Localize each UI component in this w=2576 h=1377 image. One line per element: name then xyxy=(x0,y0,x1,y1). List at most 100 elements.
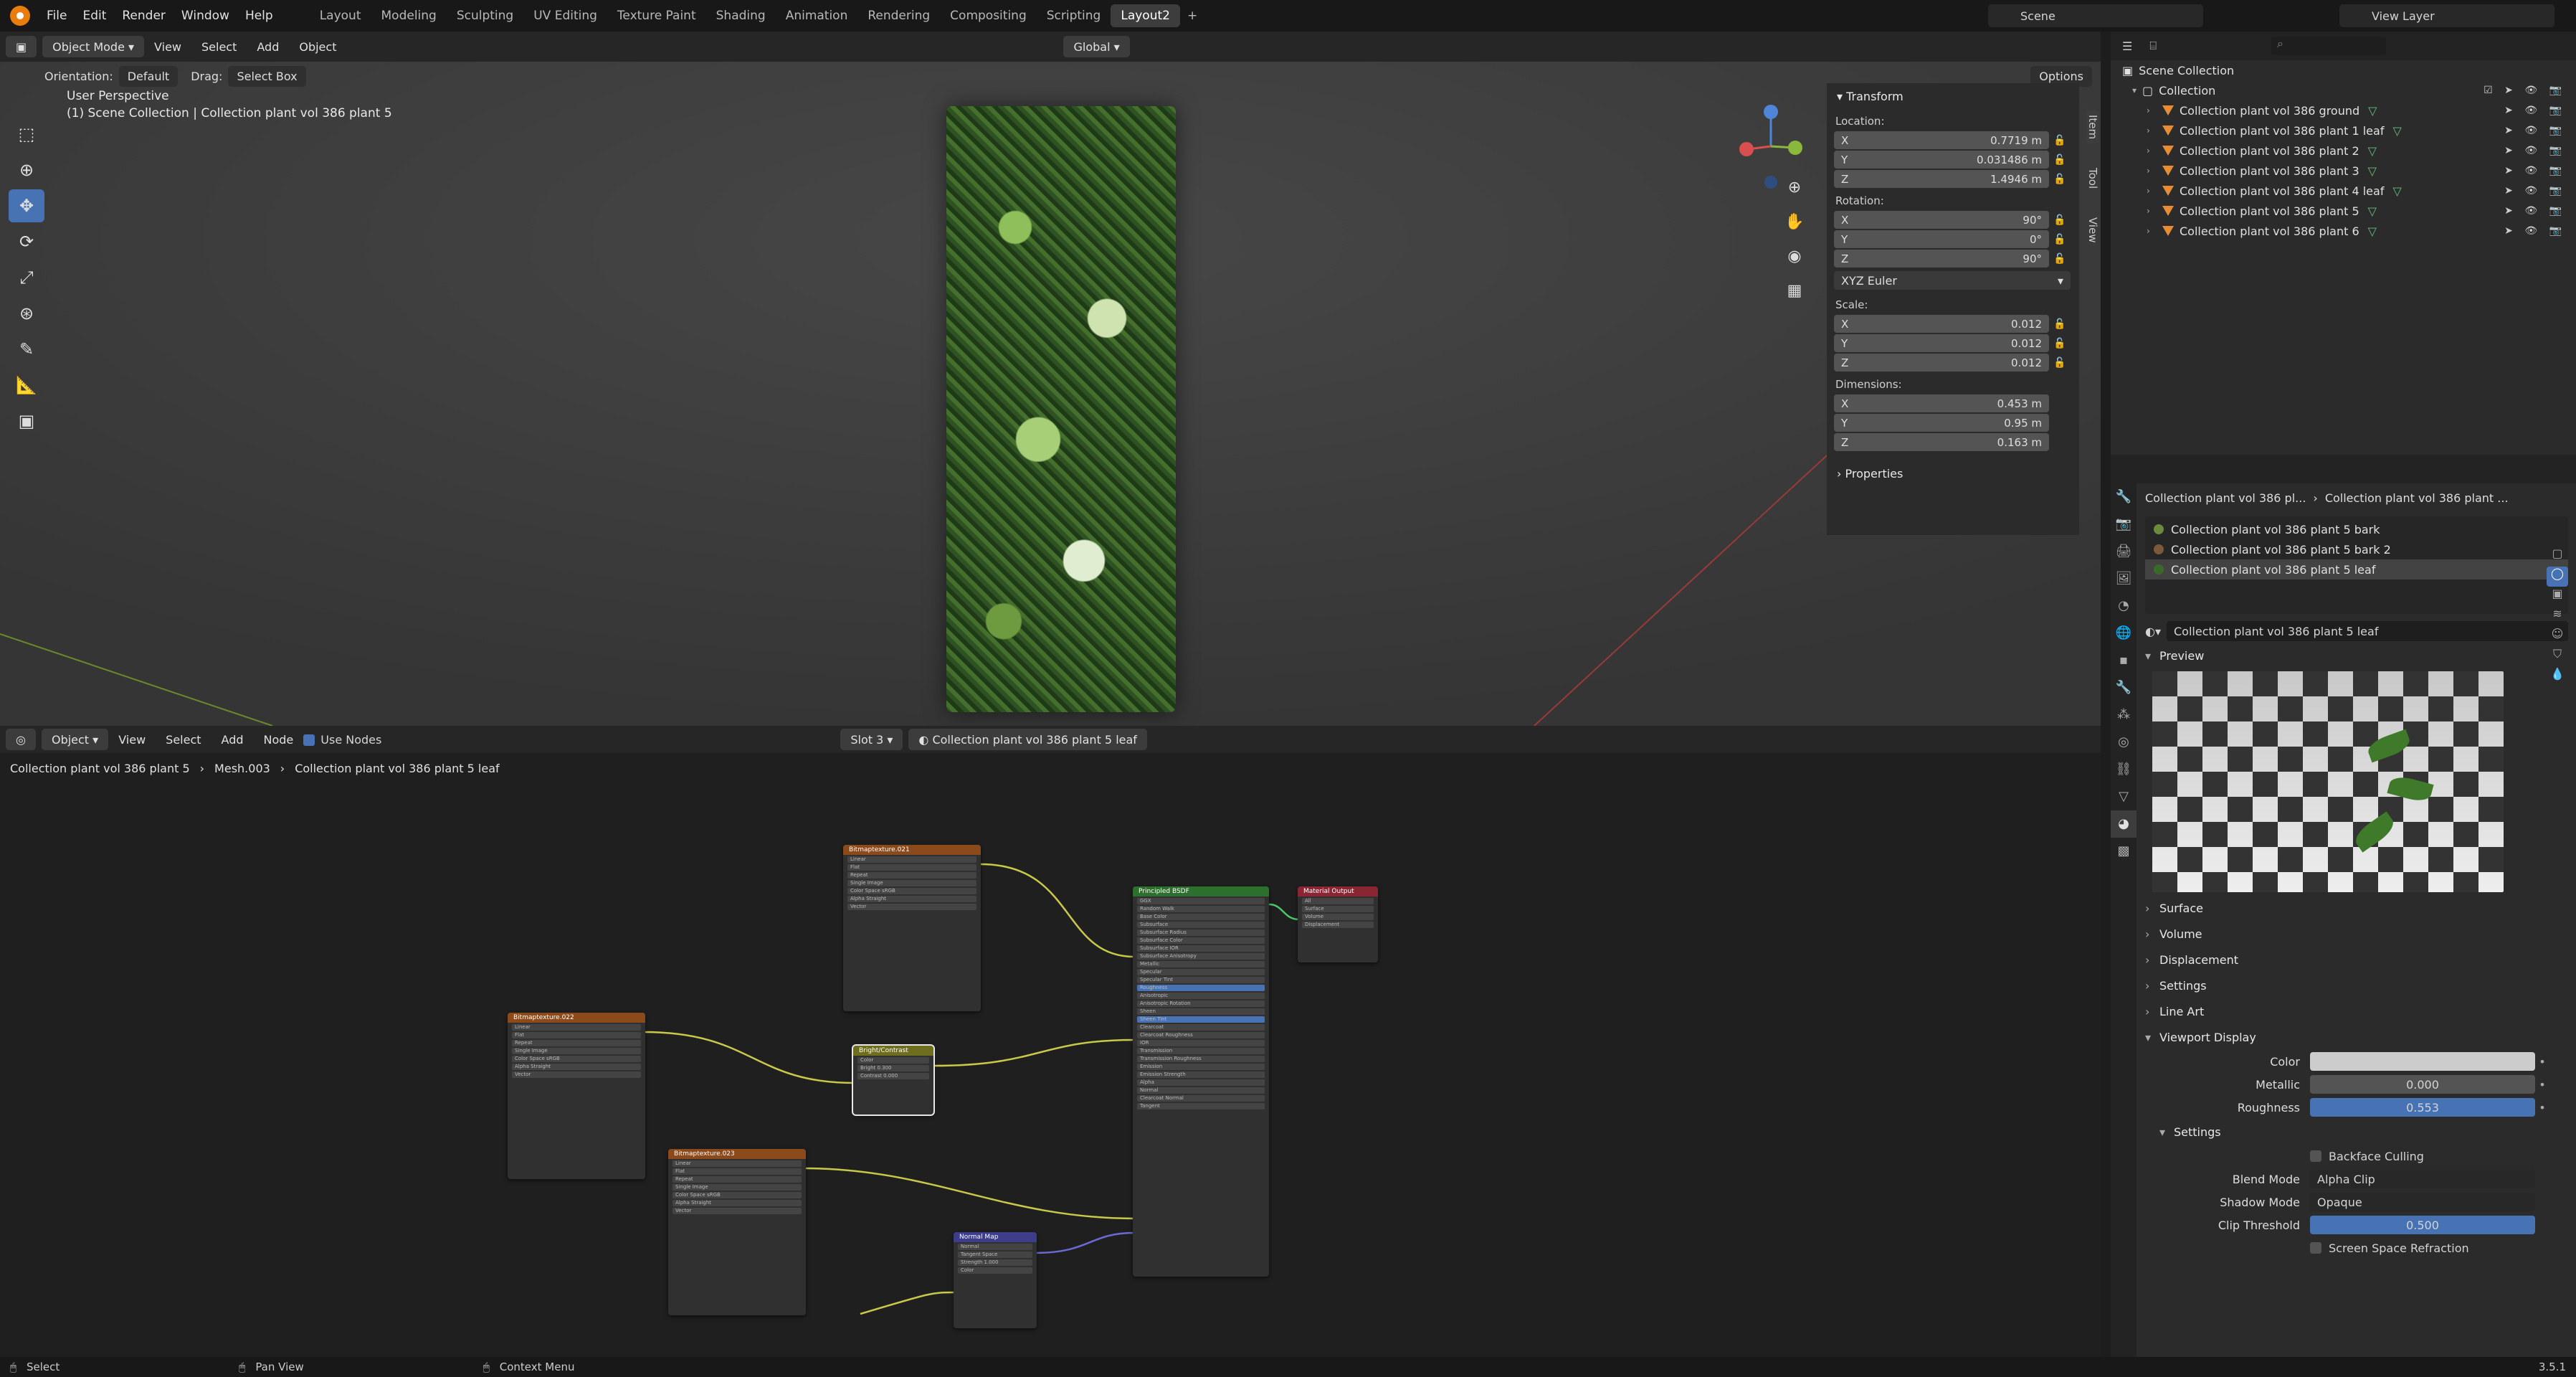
node-row[interactable]: Linear xyxy=(512,1024,641,1031)
viewport-menu-add[interactable]: Add xyxy=(247,40,289,54)
transform-orientation-selector[interactable]: Global ▾ xyxy=(1063,36,1130,57)
lock-icon[interactable]: 🔓 xyxy=(2049,357,2071,369)
dimension-y-field[interactable]: Y 0.95 m xyxy=(1834,414,2049,432)
object-tab-icon[interactable]: ▪ xyxy=(2111,647,2137,674)
menu-render[interactable]: Render xyxy=(114,9,174,23)
menu-help[interactable]: Help xyxy=(237,9,281,23)
surface-section-header[interactable]: › Surface xyxy=(2145,895,2568,921)
editor-type-button[interactable]: ▣ xyxy=(6,36,37,57)
rotation-y-field[interactable]: Y 0° xyxy=(1834,230,2049,248)
shadow-mode-dropdown[interactable]: Opaque xyxy=(2310,1193,2535,1211)
flat-preview-icon[interactable]: ▢ xyxy=(2547,546,2568,567)
plant-wall-object[interactable] xyxy=(946,106,1176,712)
properties-section-header[interactable]: › Properties xyxy=(1827,460,2079,486)
node-row[interactable]: Vector xyxy=(512,1071,641,1078)
expand-icon[interactable]: › xyxy=(2147,226,2157,236)
material-slot[interactable]: Collection plant vol 386 plant 5 bark xyxy=(2145,519,2568,539)
tab-modeling[interactable]: Modeling xyxy=(371,4,447,27)
sphere-preview-icon[interactable]: ◯ xyxy=(2547,567,2568,587)
node-row[interactable]: Metallic xyxy=(1137,961,1265,967)
transform-section-header[interactable]: ▾ Transform xyxy=(1827,83,2079,109)
material-selector[interactable]: ◐ Collection plant vol 386 plant 5 leaf xyxy=(908,729,1147,750)
visibility-icons[interactable]: ➤ 👁 📷 xyxy=(2504,105,2566,116)
tab-item[interactable]: Item xyxy=(2086,110,2099,144)
node-row[interactable]: Single Image xyxy=(512,1048,641,1054)
node-row[interactable]: Subsurface Anisotropy xyxy=(1137,953,1265,960)
tab-texture-paint[interactable]: Texture Paint xyxy=(607,4,706,27)
output-tab-icon[interactable]: 🖨 xyxy=(2111,538,2137,565)
neg-z-axis-icon[interactable] xyxy=(1764,176,1777,189)
tool-tab-icon[interactable]: 🔧 xyxy=(2111,483,2137,511)
node-row[interactable]: Random Walk xyxy=(1137,906,1265,912)
node-row[interactable]: Surface xyxy=(1302,906,1374,912)
menu-window[interactable]: Window xyxy=(174,9,237,23)
roughness-slider[interactable]: 0.553 xyxy=(2310,1098,2535,1117)
dimension-x-field[interactable]: X 0.453 m xyxy=(1834,394,2049,412)
lock-icon[interactable]: 🔓 xyxy=(2049,135,2071,146)
node-row[interactable]: Clearcoat Roughness xyxy=(1137,1032,1265,1038)
node-row[interactable]: Color Space sRGB xyxy=(847,888,976,894)
cube-preview-icon[interactable]: ▣ xyxy=(2547,587,2568,607)
node-row[interactable]: Emission Strength xyxy=(1137,1071,1265,1078)
node-row[interactable]: Alpha Straight xyxy=(847,896,976,902)
expand-icon[interactable]: › xyxy=(2147,105,2157,115)
node-row[interactable]: IOR xyxy=(1137,1040,1265,1046)
preview-section-header[interactable]: ▾ Preview xyxy=(2145,643,2568,668)
node-row[interactable]: Color xyxy=(857,1057,929,1064)
node-row[interactable]: Strength 1.000 xyxy=(958,1259,1032,1266)
node-row[interactable]: Alpha Straight xyxy=(512,1064,641,1070)
lock-icon[interactable]: 🔓 xyxy=(2049,214,2071,226)
scale-x-field[interactable]: X 0.012 xyxy=(1834,315,2049,333)
displacement-section-header[interactable]: › Displacement xyxy=(2145,947,2568,973)
node-row[interactable]: Vector xyxy=(672,1208,802,1214)
node-row[interactable]: Single Image xyxy=(847,880,976,886)
node-row[interactable]: Flat xyxy=(847,864,976,871)
principled-bsdf-node[interactable]: Principled BSDF GGX Random Walk Base Color… xyxy=(1133,886,1269,1277)
scale-y-field[interactable]: Y 0.012 xyxy=(1834,334,2049,352)
expand-icon[interactable]: › xyxy=(2147,126,2157,136)
location-x-field[interactable]: X 0.7719 m xyxy=(1834,131,2049,149)
clip-threshold-slider[interactable]: 0.500 xyxy=(2310,1216,2535,1234)
shader-node-editor[interactable]: ◎ Object ▾ View Select Add Node Use Node… xyxy=(0,726,2101,1357)
y-axis-icon[interactable] xyxy=(1788,141,1802,155)
node-row[interactable]: Displacement xyxy=(1302,922,1374,928)
tab-rendering[interactable]: Rendering xyxy=(857,4,940,27)
material-tab-icon[interactable]: ◕ xyxy=(2111,810,2137,838)
visibility-icons[interactable]: ☑ ➤ 👁 📷 xyxy=(2484,85,2566,96)
keyframe-dot-icon[interactable]: • xyxy=(2535,1101,2549,1115)
outliner-search-icon[interactable]: ⌕ xyxy=(2271,37,2386,55)
outliner-item[interactable]: › Collection plant vol 386 plant 2 ▽ ➤ 👁 📷 xyxy=(2111,141,2576,161)
material-slot[interactable]: Collection plant vol 386 plant 5 bark 2 xyxy=(2145,539,2568,559)
ortho-grid-icon[interactable]: ▦ xyxy=(1782,282,1807,308)
blender-logo-icon[interactable] xyxy=(10,6,30,26)
viewport-menu-object[interactable]: Object xyxy=(289,40,346,54)
visibility-icons[interactable]: ➤ 👁 📷 xyxy=(2504,125,2566,136)
rotation-x-field[interactable]: X 90° xyxy=(1834,211,2049,229)
node-row[interactable]: Subsurface Radius xyxy=(1137,929,1265,936)
node-row[interactable]: Roughness xyxy=(1137,985,1265,991)
material-slot[interactable]: Collection plant vol 386 plant 5 leaf xyxy=(2145,559,2568,579)
lock-icon[interactable]: 🔓 xyxy=(2049,338,2071,349)
outliner-item[interactable]: › Collection plant vol 386 plant 6 ▽ ➤ 👁 📷 xyxy=(2111,221,2576,241)
slot-selector[interactable]: Slot 3 ▾ xyxy=(840,729,903,750)
node-row[interactable]: Anisotropic Rotation xyxy=(1137,1000,1265,1007)
dimension-z-field[interactable]: Z 0.163 m xyxy=(1834,433,2049,451)
settings-subsection-header[interactable]: ▾ Settings xyxy=(2145,1119,2568,1145)
tab-compositing[interactable]: Compositing xyxy=(940,4,1037,27)
scene-selector[interactable]: Scene xyxy=(1988,4,2203,27)
normal-map-node[interactable]: Normal Map Normal Tangent Space Strength… xyxy=(954,1232,1037,1328)
node-row[interactable]: Normal xyxy=(958,1244,1032,1250)
view-layer-tab-icon[interactable]: 🖼 xyxy=(2111,565,2137,592)
node-row[interactable]: Sheen Tint xyxy=(1137,1016,1265,1023)
expand-icon[interactable]: › xyxy=(2147,206,2157,216)
location-y-field[interactable]: Y 0.031486 m xyxy=(1834,151,2049,169)
constraints-tab-icon[interactable]: ⛓ xyxy=(2111,756,2137,783)
editor-type-icon[interactable]: ☰ xyxy=(2122,39,2132,53)
render-tab-icon[interactable]: 📷 xyxy=(2111,511,2137,538)
node-row[interactable]: Color Space sRGB xyxy=(672,1192,802,1198)
viewport-display-section-header[interactable]: ▾ Viewport Display xyxy=(2145,1024,2568,1050)
editor-type-button[interactable]: ◎ xyxy=(6,729,36,750)
blend-mode-dropdown[interactable]: Alpha Clip xyxy=(2310,1170,2535,1188)
visibility-icons[interactable]: ➤ 👁 📷 xyxy=(2504,165,2566,176)
image-texture-node[interactable]: Bitmaptexture.022 Linear Flat Repeat Sin… xyxy=(508,1013,645,1179)
